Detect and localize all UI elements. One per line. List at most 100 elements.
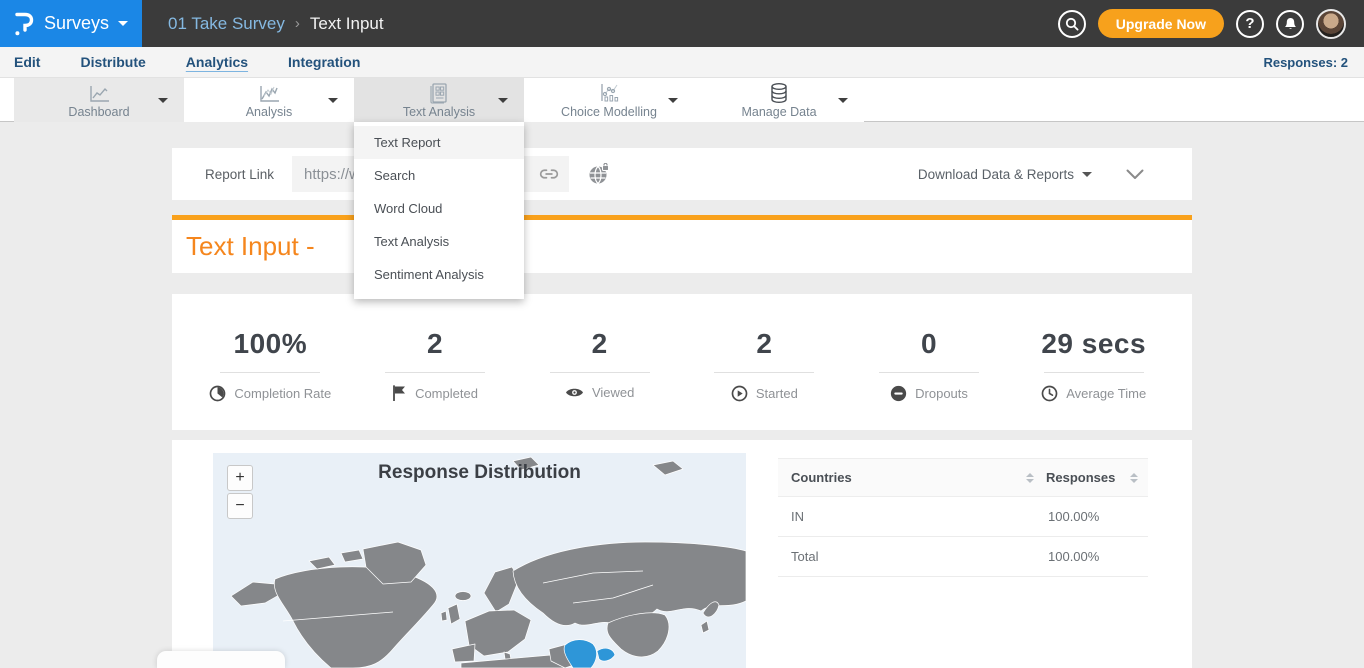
column-header-responses[interactable]: Responses [1046, 470, 1124, 485]
tab-manage-data[interactable]: Manage Data [694, 78, 864, 122]
stat-label: Viewed [592, 385, 634, 400]
response-cell: 100.00% [1048, 509, 1148, 524]
tab-choice-modelling[interactable]: Choice Modelling [524, 78, 694, 122]
tab-label: Analysis [246, 105, 293, 119]
response-cell: 100.00% [1048, 549, 1148, 564]
divider [879, 372, 979, 373]
divider [550, 372, 650, 373]
map-tooltip-corner [157, 651, 285, 668]
stats-card: 100% Completion Rate 2 Completed 2 [172, 294, 1192, 430]
stat-dropouts: 0 Dropouts [847, 294, 1012, 430]
chevron-down-icon [118, 21, 128, 26]
stat-value: 2 [756, 328, 772, 360]
tab-dashboard[interactable]: Dashboard [14, 78, 184, 122]
stat-label: Average Time [1066, 386, 1146, 401]
country-cell: Total [778, 549, 1048, 564]
search-button[interactable] [1058, 10, 1086, 38]
stat-value: 2 [592, 328, 608, 360]
divider [714, 372, 814, 373]
world-map-panel[interactable]: Response Distribution + − [213, 453, 746, 668]
map-zoom-in-button[interactable]: + [227, 465, 253, 491]
chevron-down-icon[interactable] [498, 98, 508, 103]
nav-item-integration[interactable]: Integration [288, 54, 360, 70]
database-icon [767, 82, 791, 104]
survey-nav: Edit Distribute Analytics Integration Re… [0, 47, 1364, 77]
tab-label: Choice Modelling [561, 105, 657, 119]
upgrade-now-button[interactable]: Upgrade Now [1098, 9, 1224, 38]
tab-text-analysis[interactable]: Text Analysis [354, 78, 524, 122]
breadcrumb: 01 Take Survey › Text Input [168, 14, 384, 34]
divider [1044, 372, 1144, 373]
tab-label: Text Analysis [403, 105, 475, 119]
globe-lock-icon[interactable] [587, 163, 611, 185]
user-avatar[interactable] [1316, 9, 1346, 39]
breadcrumb-separator: › [295, 15, 300, 32]
tab-analysis[interactable]: Analysis [184, 78, 354, 122]
breadcrumb-survey-name[interactable]: 01 Take Survey [168, 14, 285, 34]
map-title: Response Distribution [213, 462, 746, 484]
responses-count: Responses: 2 [1263, 55, 1364, 70]
search-icon [1065, 17, 1079, 31]
chevron-down-icon [1082, 172, 1092, 177]
eye-icon [565, 386, 584, 399]
text-report-icon [427, 82, 451, 104]
sort-icon[interactable] [1130, 473, 1138, 483]
page-title: Text Input - [186, 231, 315, 262]
menu-item-text-report[interactable]: Text Report [354, 126, 524, 159]
copy-link-icon[interactable] [539, 164, 559, 184]
report-link-card: Report Link https://ww Download Data & R… [172, 148, 1192, 200]
nav-item-analytics[interactable]: Analytics [186, 54, 248, 70]
map-zoom-controls: + − [227, 465, 253, 519]
column-header-countries[interactable]: Countries [778, 470, 1046, 485]
header-label: Countries [791, 470, 852, 485]
chevron-down-icon[interactable] [838, 98, 848, 103]
top-bar: Surveys 01 Take Survey › Text Input Upgr… [0, 0, 1364, 47]
line-chart-icon [86, 82, 112, 104]
stat-value: 0 [921, 328, 937, 360]
notifications-button[interactable] [1276, 10, 1304, 38]
download-label: Download Data & Reports [918, 167, 1074, 182]
map-zoom-out-button[interactable]: − [227, 493, 253, 519]
stat-label: Started [756, 386, 798, 401]
stat-started: 2 Started [682, 294, 847, 430]
tab-label: Dashboard [68, 105, 129, 119]
tab-label: Manage Data [741, 105, 816, 119]
area-chart-icon [256, 82, 282, 104]
stat-average-time: 29 secs Average Time [1011, 294, 1176, 430]
app-window: Surveys 01 Take Survey › Text Input Upgr… [0, 0, 1364, 668]
brand-label: Surveys [44, 13, 109, 34]
menu-item-search[interactable]: Search [354, 159, 524, 192]
play-circle-icon [731, 385, 748, 402]
chevron-down-icon[interactable] [158, 98, 168, 103]
table-row: Total 100.00% [778, 537, 1148, 577]
download-group: Download Data & Reports [918, 167, 1192, 182]
menu-item-word-cloud[interactable]: Word Cloud [354, 192, 524, 225]
nav-item-distribute[interactable]: Distribute [80, 54, 145, 70]
sort-icon[interactable] [1026, 473, 1034, 483]
stat-completed: 2 Completed [353, 294, 518, 430]
survey-nav-links: Edit Distribute Analytics Integration [0, 54, 360, 70]
nav-item-edit[interactable]: Edit [14, 54, 40, 70]
product-switcher[interactable]: Surveys [0, 0, 142, 47]
topbar-actions: Upgrade Now ? [1058, 9, 1364, 39]
chevron-down-icon[interactable] [668, 98, 678, 103]
question-title-card: Text Input - [172, 220, 1192, 273]
chevron-down-icon[interactable] [328, 98, 338, 103]
collapse-section-button[interactable] [1126, 169, 1144, 180]
clock-icon [1041, 385, 1058, 402]
stat-viewed: 2 Viewed [517, 294, 682, 430]
world-map [213, 453, 746, 668]
countries-table: Countries Responses IN 100.00% Total 100… [778, 458, 1148, 577]
scatter-chart-icon [596, 82, 622, 104]
download-data-reports-button[interactable]: Download Data & Reports [918, 167, 1092, 182]
questionpro-logo-icon [14, 10, 35, 37]
stat-value: 2 [427, 328, 443, 360]
menu-item-sentiment-analysis[interactable]: Sentiment Analysis [354, 258, 524, 291]
flag-icon [392, 385, 407, 401]
menu-item-text-analysis[interactable]: Text Analysis [354, 225, 524, 258]
stat-label: Completed [415, 386, 478, 401]
bell-icon [1284, 17, 1297, 31]
table-row: IN 100.00% [778, 497, 1148, 537]
help-button[interactable]: ? [1236, 10, 1264, 38]
report-link-label: Report Link [205, 167, 274, 182]
